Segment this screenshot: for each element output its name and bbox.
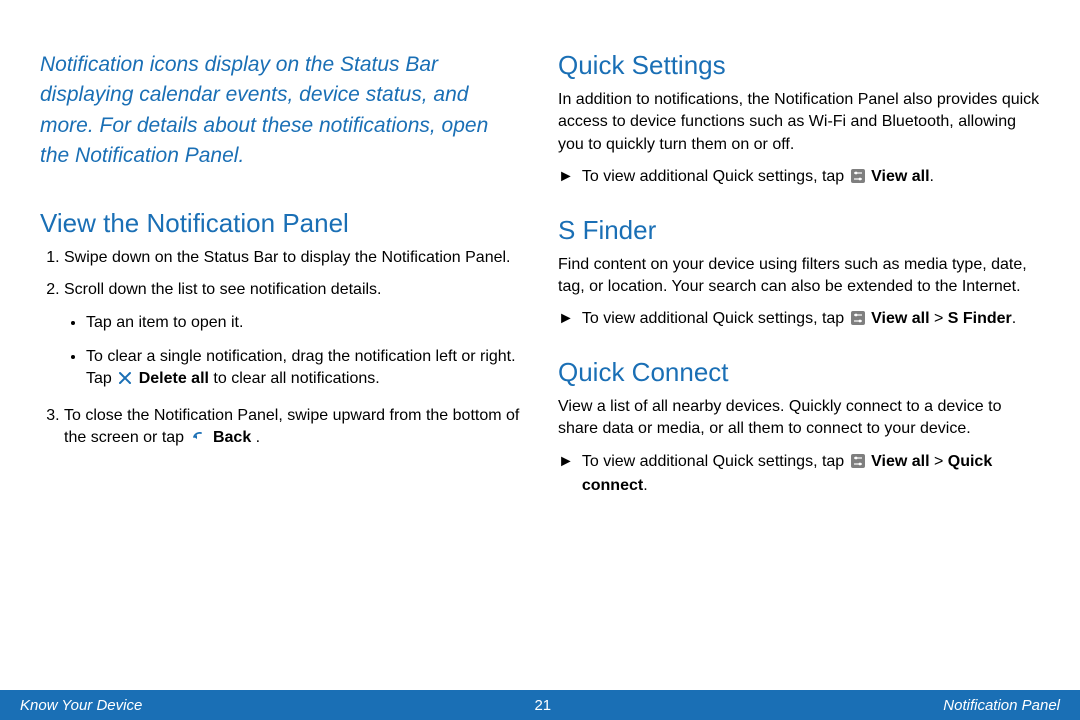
qs-action-text: To view additional Quick settings, tap V… [582,166,1040,190]
two-column-layout: Notification icons display on the Status… [40,50,1040,521]
page-footer: Know Your Device 21 Notification Panel [0,690,1080,720]
notification-panel-steps: Swipe down on the Status Bar to display … [40,247,522,452]
step-1: Swipe down on the Status Bar to display … [64,247,522,269]
step-2b-bold: Delete all [139,370,209,387]
step-3-bold: Back [213,429,251,446]
sliders-icon [851,453,865,475]
step-2: Scroll down the list to see notification… [64,279,522,393]
sliders-icon [851,310,865,332]
footer-right: Notification Panel [943,697,1060,714]
s-finder-body: Find content on your device using filter… [558,254,1040,299]
sf-bold2: S Finder [948,310,1012,327]
back-arrow-icon [191,429,207,451]
step-2-substeps: Tap an item to open it. To clear a singl… [64,312,522,393]
footer-page-number: 21 [534,697,551,714]
triangle-bullet-icon: ► [558,308,574,332]
sf-pre: To view additional Quick settings, tap [582,310,849,327]
qc-pre: To view additional Quick settings, tap [582,453,849,470]
qs-post: . [930,168,934,185]
sf-post: . [1012,310,1016,327]
qs-bold: View all [871,168,929,185]
intro-paragraph: Notification icons display on the Status… [40,50,522,172]
sf-action-text: To view additional Quick settings, tap V… [582,308,1040,332]
view-notification-panel-heading: View the Notification Panel [40,208,522,239]
delete-all-x-icon [118,370,132,392]
sf-mid: > [930,310,948,327]
qc-action-text: To view additional Quick settings, tap V… [582,451,1040,498]
sliders-icon [851,168,865,190]
step-3-pre: To close the Notification Panel, swipe u… [64,407,519,446]
quick-settings-body: In addition to notifications, the Notifi… [558,89,1040,156]
step-2b: To clear a single notification, drag the… [86,346,522,393]
qc-mid: > [930,453,948,470]
triangle-bullet-icon: ► [558,166,574,190]
left-column: Notification icons display on the Status… [40,50,522,521]
quick-connect-body: View a list of all nearby devices. Quick… [558,396,1040,441]
step-2a: Tap an item to open it. [86,312,522,334]
quick-connect-heading: Quick Connect [558,357,1040,388]
triangle-bullet-icon: ► [558,451,574,498]
step-3: To close the Notification Panel, swipe u… [64,405,522,452]
qc-bold1: View all [871,453,929,470]
quick-settings-heading: Quick Settings [558,50,1040,81]
s-finder-heading: S Finder [558,215,1040,246]
quick-settings-action: ► To view additional Quick settings, tap… [558,166,1040,190]
qs-pre: To view additional Quick settings, tap [582,168,849,185]
step-2b-post: to clear all notifications. [213,370,379,387]
s-finder-action: ► To view additional Quick settings, tap… [558,308,1040,332]
qc-post: . [643,477,647,494]
step-3-post: . [256,429,260,446]
quick-connect-action: ► To view additional Quick settings, tap… [558,451,1040,498]
step-2-text: Scroll down the list to see notification… [64,281,382,298]
footer-left: Know Your Device [20,697,142,714]
manual-page: Notification icons display on the Status… [0,0,1080,720]
right-column: Quick Settings In addition to notificati… [558,50,1040,521]
sf-bold1: View all [871,310,929,327]
